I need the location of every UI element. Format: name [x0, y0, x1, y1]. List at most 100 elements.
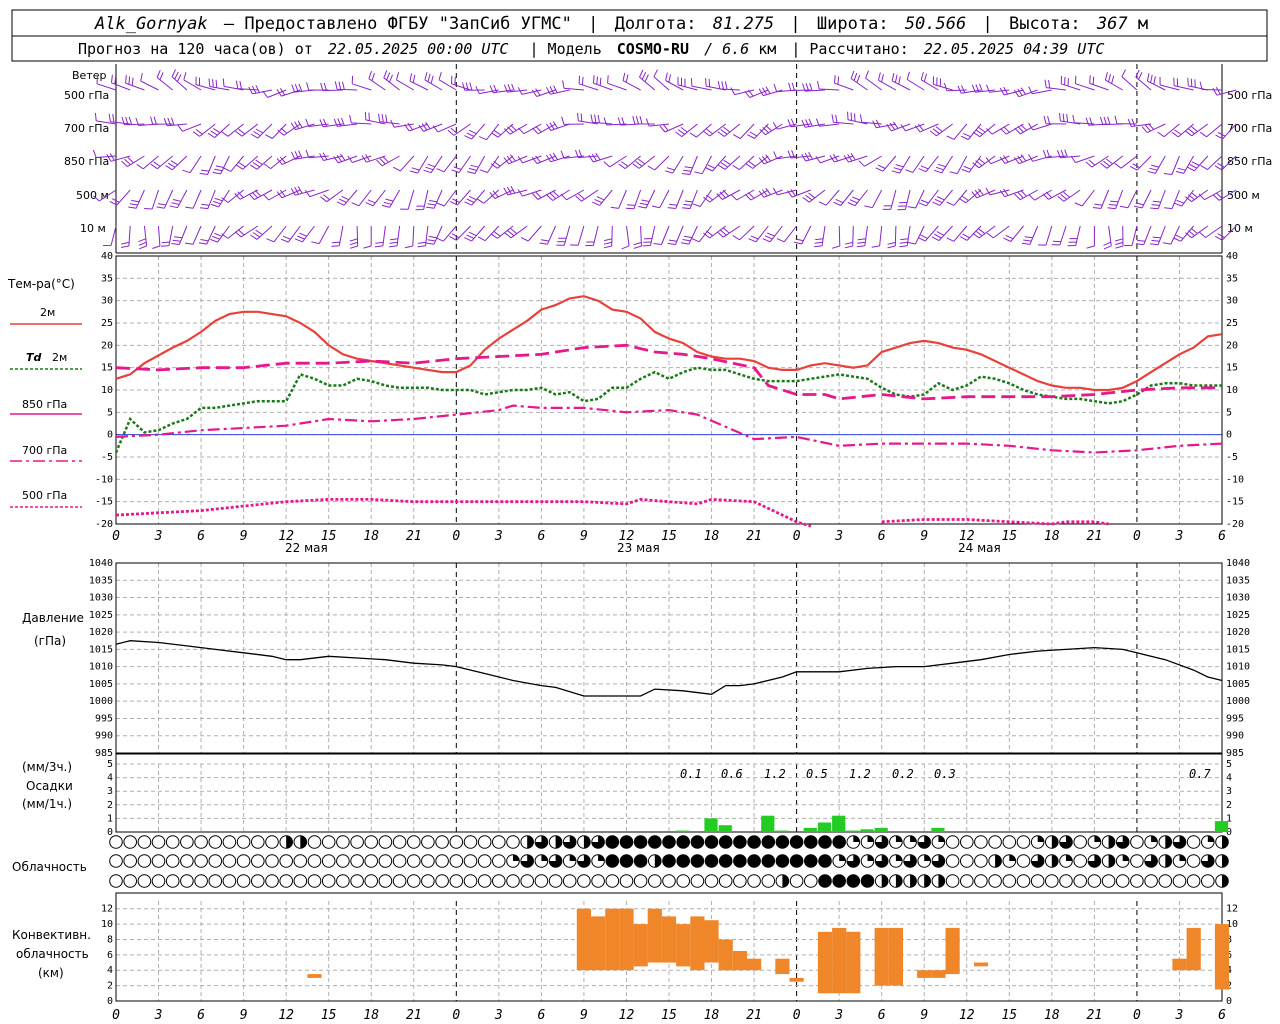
- convective-x-labels: 0 3 6 9 12 15 18 21 0 3 6 9 12 15 18 21 0 3 6 9 12 15 18 21 0 3 6: [112, 1008, 1226, 1023]
- cloud-cover-circle: [435, 874, 449, 888]
- cloud-cover-circle: [520, 874, 535, 888]
- wind-barb: [920, 71, 939, 91]
- wind-barb: [1187, 155, 1209, 172]
- wind-barb: [1014, 123, 1038, 135]
- wind-barb: [918, 155, 939, 173]
- cloud-cover-circle: [307, 854, 322, 868]
- cloud-cover-circle: [1045, 874, 1059, 888]
- wind-barb: [645, 118, 670, 127]
- wind-barb: [556, 225, 571, 246]
- cloud-cover-circle: [321, 874, 336, 888]
- cloud-cover-circle: [1201, 835, 1215, 849]
- precipitation-ytick-right: 4: [1226, 773, 1232, 784]
- cloud-cover-circle: [988, 854, 1002, 868]
- wind-barb: [503, 185, 528, 196]
- cloud-cover-circle: [988, 835, 1002, 849]
- wind-barb: [585, 225, 599, 247]
- wind-barb: [1127, 118, 1152, 127]
- precip-total-1: 0.1: [680, 767, 702, 781]
- cloud-cover-circle: [1115, 835, 1130, 849]
- temperature-ytick-right: 10: [1226, 385, 1238, 396]
- cloud-cover-circle: [165, 874, 180, 888]
- cloud-cover-circle: [293, 854, 308, 868]
- temperature-xtick: 0: [1133, 529, 1141, 544]
- pressure-ytick-right: 1005: [1226, 679, 1250, 690]
- precip-bar: [676, 830, 690, 832]
- temperature-ytick-right: -15: [1226, 497, 1244, 508]
- wind-barb: [389, 225, 401, 248]
- convective-bar: [661, 916, 677, 963]
- cloud-cover-circle: [747, 835, 761, 849]
- temperature-title: Тем-ра(°C): [7, 277, 75, 291]
- cloud-cover-circle: [548, 854, 563, 868]
- wind-barb: [588, 152, 613, 163]
- wind-barb: [545, 121, 570, 131]
- cloud-cover-circle: [378, 835, 393, 849]
- cloud-cover-circle: [180, 835, 194, 849]
- conv-title-2: облачность: [16, 947, 89, 961]
- cloud-cover-circle: [562, 874, 577, 888]
- precipitation-ytick-right: 2: [1226, 800, 1232, 811]
- pressure-unit: (гПа): [34, 634, 66, 648]
- wind-barb: [381, 189, 401, 208]
- temperature-ytick-right: 25: [1226, 318, 1238, 329]
- cloud-cover-circle: [1087, 874, 1102, 888]
- legend-label-t2m: 2м: [40, 306, 55, 319]
- cloud-cover-circle: [761, 835, 776, 849]
- cloud-cover-circle: [208, 874, 223, 888]
- wind-barb: [265, 123, 287, 139]
- precip-title: Осадки: [26, 779, 73, 793]
- convective-bar: [846, 931, 861, 994]
- convective-xtick: 15: [1001, 1008, 1017, 1023]
- wind-barb: [436, 155, 457, 173]
- cloud-cover-circle: [1172, 835, 1187, 849]
- cloud-cover-circle: [307, 835, 322, 849]
- wind-barb: [199, 189, 216, 210]
- wind-barb: [667, 225, 684, 245]
- convective-bar: [704, 920, 719, 963]
- cloud-cover-circle: [804, 835, 818, 849]
- cloud-cover-circle: [336, 835, 350, 849]
- cloud-cover-circle: [109, 835, 123, 849]
- wind-barb: [639, 69, 656, 91]
- cloud-cover-circle: [860, 874, 875, 888]
- wind-barb: [400, 189, 415, 210]
- wind-barb: [1086, 226, 1095, 249]
- cloud-cover-circle: [435, 835, 449, 849]
- temperature-xtick: 6: [537, 529, 545, 544]
- wind-barb: [438, 71, 457, 91]
- forecast-text: Прогноз на 120 часа(ов) от: [78, 40, 313, 58]
- wind-barb: [906, 71, 925, 91]
- cloud-cover-circle: [1215, 854, 1229, 868]
- wind-barb: [418, 122, 443, 132]
- wind-barb: [1074, 189, 1095, 207]
- wind-barb: [539, 225, 557, 245]
- cloud-cover-circle: [662, 854, 676, 868]
- wind-barb: [653, 69, 670, 91]
- temperature-ytick-right: 30: [1226, 296, 1238, 307]
- pressure-ytick-left: 1020: [89, 627, 113, 638]
- convective-xtick: 6: [878, 1008, 886, 1023]
- convective-ytick-left: 6: [107, 950, 113, 961]
- pressure-ytick-left: 1015: [89, 644, 113, 655]
- cloud-cover-circle: [648, 854, 662, 868]
- cloud-cover-circle: [378, 874, 393, 888]
- convective-xtick: 9: [920, 1008, 928, 1023]
- cloud-cover-circle: [988, 874, 1002, 888]
- cloud-cover-circle: [704, 854, 719, 868]
- wind-barb: [1119, 189, 1138, 209]
- wind-barb: [432, 123, 457, 133]
- cloud-cover-circle: [350, 835, 364, 849]
- precip-bar: [832, 815, 846, 832]
- wind-barb: [1163, 225, 1180, 245]
- convective-bar: [874, 927, 889, 986]
- convective-xtick: 6: [537, 1008, 545, 1023]
- pressure-ytick-right: 1015: [1226, 644, 1250, 655]
- model-label: | Модель: [530, 40, 602, 58]
- convective-panel: 121210108866442200 Конвективн. облачност…: [12, 892, 1238, 1023]
- wind-barb: [545, 152, 570, 163]
- convective-bar: [633, 924, 648, 967]
- cloud-cover-circle: [718, 874, 733, 888]
- wind-barb: [831, 114, 854, 125]
- cloud-cover-circle: [733, 874, 747, 888]
